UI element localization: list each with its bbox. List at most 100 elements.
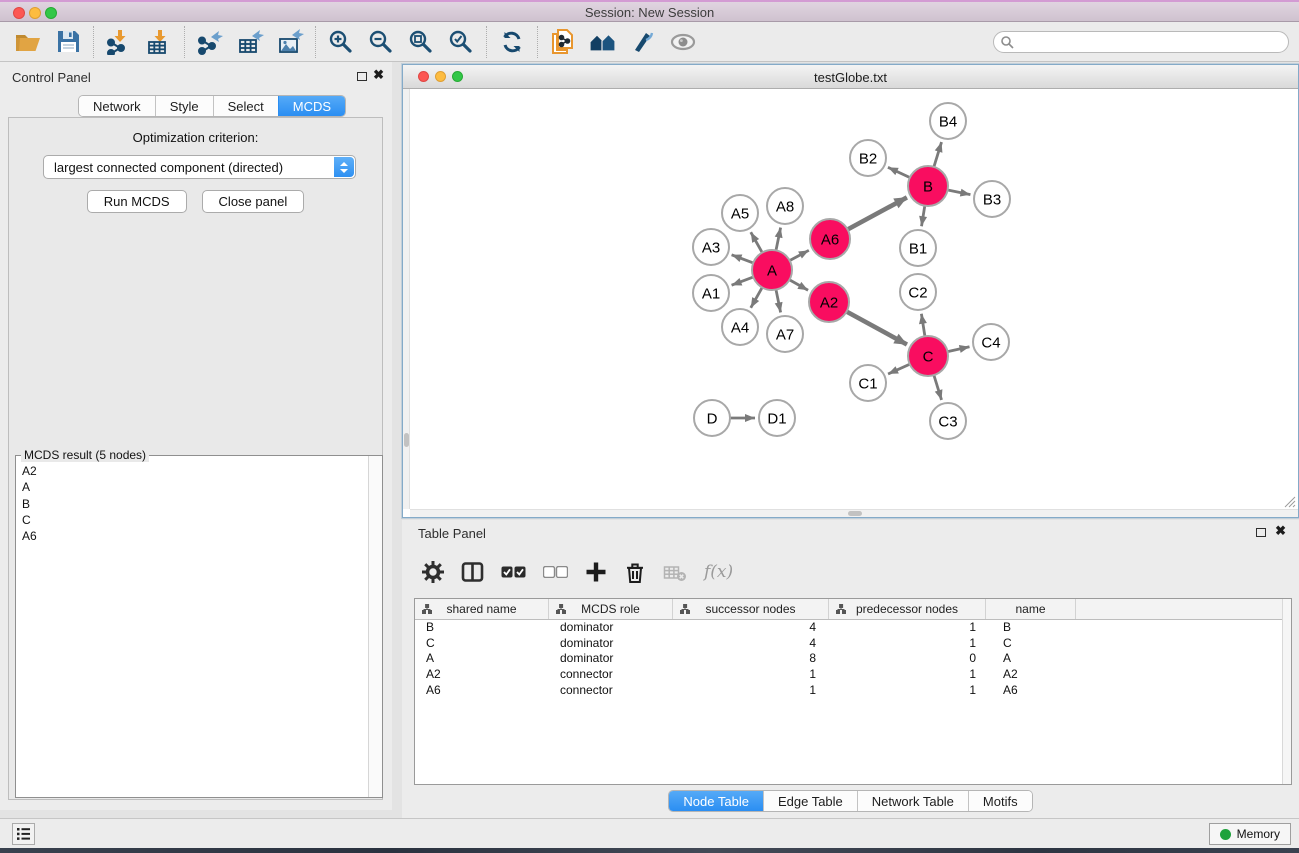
- result-item[interactable]: A2: [22, 463, 368, 479]
- zoom-out-button[interactable]: [361, 25, 401, 59]
- app-titlebar[interactable]: Session: New Session: [0, 0, 1299, 22]
- select-all-checkboxes-icon[interactable]: [501, 566, 526, 578]
- resize-grip-icon[interactable]: [1284, 496, 1296, 508]
- result-scrollbar[interactable]: [368, 456, 382, 797]
- node-label-B1: B1: [909, 240, 927, 257]
- column-header-name[interactable]: name: [986, 599, 1076, 619]
- network-vertical-scrollbar[interactable]: [403, 89, 410, 509]
- result-item[interactable]: B: [22, 496, 368, 512]
- save-session-button[interactable]: [48, 25, 88, 59]
- cell-shared-name: B: [415, 620, 549, 636]
- cell-successor-nodes: 1: [673, 683, 829, 699]
- toolbar-separator: [486, 26, 487, 58]
- zoom-fit-button[interactable]: [401, 25, 441, 59]
- cell-mcds-role: dominator: [549, 651, 673, 667]
- export-image-button[interactable]: [270, 25, 310, 59]
- deselect-all-checkboxes-icon[interactable]: [543, 566, 568, 578]
- columns-icon[interactable]: [461, 561, 484, 583]
- desktop-background: [0, 848, 1299, 853]
- network-graph: AA1A2A3A4A5A6A7A8BB1B2B3B4CC1C2C3C4DD1: [403, 89, 1298, 517]
- tab-edge-table[interactable]: Edge Table: [763, 791, 857, 811]
- apply-style-button[interactable]: [623, 25, 663, 59]
- toolbar-separator: [184, 26, 185, 58]
- float-panel-icon[interactable]: [357, 72, 367, 81]
- tab-motifs[interactable]: Motifs: [968, 791, 1032, 811]
- tab-style[interactable]: Style: [155, 96, 213, 116]
- tab-network-table[interactable]: Network Table: [857, 791, 968, 811]
- table-scrollbar[interactable]: [1282, 599, 1291, 784]
- task-history-button[interactable]: [12, 823, 35, 845]
- export-image-icon: [277, 29, 304, 55]
- close-table-panel-icon[interactable]: ✖: [1275, 523, 1286, 539]
- result-item[interactable]: C: [22, 512, 368, 528]
- show-details-button[interactable]: [663, 25, 703, 59]
- network-canvas[interactable]: AA1A2A3A4A5A6A7A8BB1B2B3B4CC1C2C3C4DD1: [403, 89, 1298, 517]
- main-toolbar: [0, 22, 1299, 62]
- close-panel-button[interactable]: Close panel: [202, 190, 305, 213]
- tab-mcds[interactable]: MCDS: [278, 96, 345, 116]
- import-table-icon: [146, 29, 172, 55]
- table-row[interactable]: C dominator 4 1 C: [415, 636, 1282, 652]
- node-label-A3: A3: [702, 239, 720, 256]
- column-label: MCDS role: [581, 602, 640, 616]
- network-home-button[interactable]: [583, 25, 623, 59]
- column-header-filler: [1076, 599, 1282, 619]
- cell-name: B: [986, 620, 1076, 636]
- column-tree-icon: [422, 604, 432, 614]
- node-label-A1: A1: [702, 285, 720, 302]
- table-panel: Table Panel ✖: [402, 520, 1299, 818]
- gear-icon[interactable]: [422, 561, 444, 583]
- float-table-panel-icon[interactable]: [1256, 528, 1266, 537]
- node-label-D1: D1: [767, 410, 786, 427]
- table-row[interactable]: A6 connector 1 1 A6: [415, 683, 1282, 699]
- refresh-button[interactable]: [492, 25, 532, 59]
- close-panel-icon[interactable]: ✖: [373, 67, 384, 83]
- result-item[interactable]: A6: [22, 528, 368, 544]
- criterion-select[interactable]: largest connected component (directed): [43, 155, 356, 179]
- run-mcds-button[interactable]: Run MCDS: [87, 190, 187, 213]
- column-header-successor-nodes[interactable]: successor nodes: [673, 599, 829, 619]
- zoom-in-icon: [328, 29, 354, 55]
- refresh-icon: [499, 29, 525, 55]
- network-window-titlebar[interactable]: testGlobe.txt: [403, 65, 1298, 89]
- network-title: testGlobe.txt: [403, 70, 1298, 85]
- zoom-selected-button[interactable]: [441, 25, 481, 59]
- control-panel-title: Control Panel: [12, 70, 91, 85]
- select-stepper-icon[interactable]: [334, 157, 354, 177]
- table-toolbar: f(x): [422, 552, 733, 592]
- add-column-icon[interactable]: [585, 561, 607, 583]
- optimization-criterion-label: Optimization criterion:: [9, 130, 382, 145]
- vertical-scroll-thumb[interactable]: [404, 433, 409, 447]
- cell-name: A6: [986, 683, 1076, 699]
- tab-node-table[interactable]: Node Table: [669, 791, 763, 811]
- table-row[interactable]: A dominator 8 0 A: [415, 651, 1282, 667]
- trash-icon[interactable]: [624, 561, 646, 584]
- tab-network[interactable]: Network: [79, 96, 155, 116]
- table-row[interactable]: B dominator 4 1 B: [415, 620, 1282, 636]
- cell-name: C: [986, 636, 1076, 652]
- column-header-predecessor-nodes[interactable]: predecessor nodes: [829, 599, 986, 619]
- zoom-in-button[interactable]: [321, 25, 361, 59]
- function-builder-button[interactable]: f(x): [704, 562, 733, 582]
- search-icon: [1000, 35, 1014, 49]
- cell-name: A2: [986, 667, 1076, 683]
- import-network-button[interactable]: [99, 25, 139, 59]
- search-input[interactable]: [993, 31, 1289, 53]
- open-session-button[interactable]: [8, 25, 48, 59]
- column-header-mcds-role[interactable]: MCDS role: [549, 599, 673, 619]
- tab-select[interactable]: Select: [213, 96, 278, 116]
- mcds-result-list[interactable]: A2 A B C A6: [16, 459, 368, 797]
- network-horizontal-scrollbar[interactable]: [410, 509, 1298, 517]
- horizontal-scroll-thumb[interactable]: [848, 511, 862, 516]
- result-item[interactable]: A: [22, 479, 368, 495]
- toolbar-separator: [537, 26, 538, 58]
- table-row[interactable]: A2 connector 1 1 A2: [415, 667, 1282, 683]
- new-network-from-selection-button[interactable]: [543, 25, 583, 59]
- toolbar-separator: [315, 26, 316, 58]
- export-network-button[interactable]: [190, 25, 230, 59]
- column-header-shared-name[interactable]: shared name: [415, 599, 549, 619]
- export-table-button[interactable]: [230, 25, 270, 59]
- delete-table-icon[interactable]: [663, 563, 687, 582]
- import-table-button[interactable]: [139, 25, 179, 59]
- memory-button[interactable]: Memory: [1209, 823, 1291, 845]
